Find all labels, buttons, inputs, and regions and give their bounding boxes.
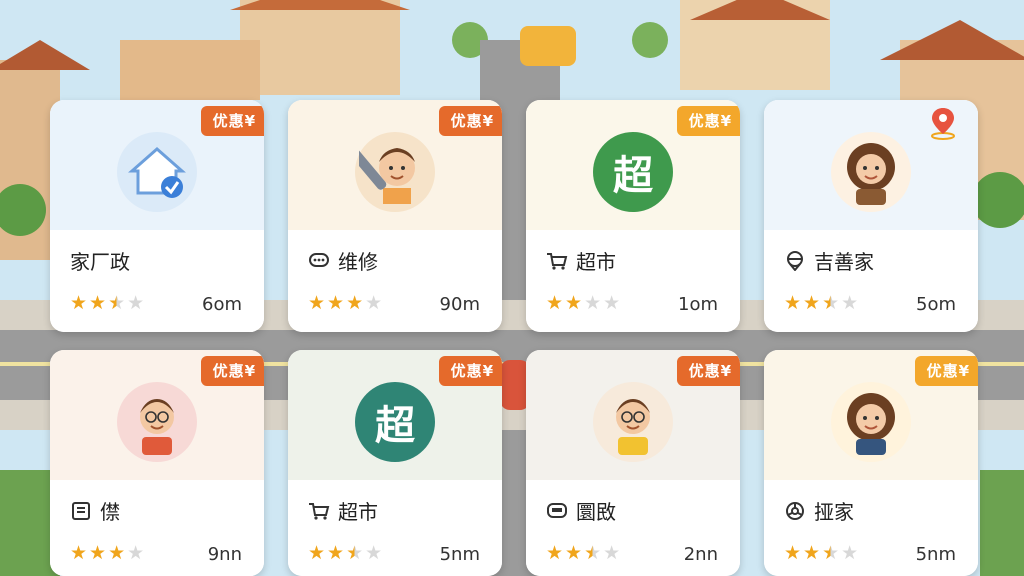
star-icon: ★ bbox=[327, 542, 345, 564]
rating-stars: ★ ★ ★ ★ bbox=[70, 544, 144, 563]
star-icon: ★ bbox=[803, 292, 821, 314]
service-card-8[interactable]: 优惠¥ 挜家 ★ ★ ★ ★ 5nm bbox=[764, 350, 978, 576]
wheel-icon bbox=[784, 500, 806, 522]
star-half-icon: ★ bbox=[584, 542, 602, 564]
rating-stars: ★ ★ ★ ★ bbox=[784, 544, 858, 563]
star-icon: ★ bbox=[546, 292, 564, 314]
star-icon: ★ bbox=[70, 292, 88, 314]
discount-badge: 优惠¥ bbox=[200, 356, 264, 386]
star-icon: ★ bbox=[546, 542, 564, 564]
service-card-5[interactable]: 优惠¥ 僸 ★ ★ ★ ★ 9nn bbox=[50, 350, 264, 576]
star-icon: ★ bbox=[784, 542, 802, 564]
star-empty-icon: ★ bbox=[603, 292, 621, 314]
woman-avatar bbox=[831, 132, 911, 212]
service-title: 僸 bbox=[100, 500, 120, 524]
repairman-avatar bbox=[355, 132, 435, 212]
service-card-housekeeping[interactable]: 优惠¥ 家厂政 ★ ★ ★ ★ 6om bbox=[50, 100, 264, 332]
star-half-icon: ★ bbox=[822, 542, 840, 564]
location-pin-icon bbox=[930, 106, 956, 144]
service-card-supermarket[interactable]: 优惠¥ 超 超市 ★ ★ ★ ★ 1om bbox=[526, 100, 740, 332]
rating-stars: ★ ★ ★ ★ bbox=[308, 544, 382, 563]
star-icon: ★ bbox=[89, 292, 107, 314]
service-card-supermarket-2[interactable]: 优惠¥ 超 超市 ★ ★ ★ ★ 5nm bbox=[288, 350, 502, 576]
discount-badge: 优惠¥ bbox=[676, 106, 740, 136]
star-empty-icon: ★ bbox=[841, 292, 859, 314]
service-title: 圜敃 bbox=[576, 500, 616, 524]
star-empty-icon: ★ bbox=[584, 292, 602, 314]
service-card-7[interactable]: 优惠¥ 圜敃 ★ ★ ★ ★ 2nn bbox=[526, 350, 740, 576]
rating-stars: ★ ★ ★ ★ bbox=[546, 294, 620, 313]
menu-box-icon bbox=[70, 500, 92, 522]
distance-label: 5nm bbox=[915, 544, 956, 565]
discount-badge: 优惠¥ bbox=[438, 356, 502, 386]
star-icon: ★ bbox=[327, 292, 345, 314]
star-icon: ★ bbox=[565, 292, 583, 314]
discount-badge: 优惠¥ bbox=[438, 106, 502, 136]
star-empty-icon: ★ bbox=[365, 292, 383, 314]
rating-stars: ★ ★ ★ ★ bbox=[70, 294, 144, 313]
star-empty-icon: ★ bbox=[365, 542, 383, 564]
star-icon: ★ bbox=[803, 542, 821, 564]
man-avatar bbox=[593, 382, 673, 462]
service-title: 超市 bbox=[338, 500, 378, 524]
distance-label: 2nn bbox=[683, 544, 718, 565]
bus-icon bbox=[546, 500, 568, 522]
cart-icon bbox=[308, 500, 330, 522]
star-half-icon: ★ bbox=[822, 292, 840, 314]
star-icon: ★ bbox=[346, 292, 364, 314]
woman-avatar bbox=[831, 382, 911, 462]
star-icon: ★ bbox=[89, 542, 107, 564]
rating-stars: ★ ★ ★ ★ bbox=[784, 294, 858, 313]
service-title: 吉善家 bbox=[814, 250, 874, 274]
star-empty-icon: ★ bbox=[127, 292, 145, 314]
distance-label: 1om bbox=[678, 294, 718, 315]
cart-icon bbox=[546, 250, 568, 272]
distance-label: 9nn bbox=[207, 544, 242, 565]
service-title: 超市 bbox=[576, 250, 616, 274]
star-icon: ★ bbox=[70, 542, 88, 564]
star-empty-icon: ★ bbox=[127, 542, 145, 564]
chat-bubble-icon bbox=[308, 250, 330, 272]
star-icon: ★ bbox=[308, 542, 326, 564]
star-icon: ★ bbox=[565, 542, 583, 564]
distance-label: 5om bbox=[916, 294, 956, 315]
star-half-icon: ★ bbox=[346, 542, 364, 564]
supermarket-badge: 超 bbox=[355, 382, 435, 462]
location-pin-icon bbox=[784, 250, 806, 272]
star-icon: ★ bbox=[784, 292, 802, 314]
service-card-home[interactable]: 吉善家 ★ ★ ★ ★ 5om bbox=[764, 100, 978, 332]
distance-label: 90m bbox=[439, 294, 480, 315]
rating-stars: ★ ★ ★ ★ bbox=[546, 544, 620, 563]
discount-badge: 优惠¥ bbox=[200, 106, 264, 136]
supermarket-char: 超 bbox=[613, 153, 653, 199]
man-avatar bbox=[117, 382, 197, 462]
star-icon: ★ bbox=[108, 542, 126, 564]
star-half-icon: ★ bbox=[108, 292, 126, 314]
service-title: 维修 bbox=[338, 250, 378, 274]
house-check-icon bbox=[117, 132, 197, 212]
distance-label: 5nm bbox=[439, 544, 480, 565]
service-card-repair[interactable]: 优惠¥ 维修 ★ ★ ★ ★ 90m bbox=[288, 100, 502, 332]
star-icon: ★ bbox=[308, 292, 326, 314]
star-empty-icon: ★ bbox=[841, 542, 859, 564]
rating-stars: ★ ★ ★ ★ bbox=[308, 294, 382, 313]
discount-badge: 优惠¥ bbox=[676, 356, 740, 386]
distance-label: 6om bbox=[202, 294, 242, 315]
service-title: 家厂政 bbox=[70, 250, 130, 274]
supermarket-badge: 超 bbox=[593, 132, 673, 212]
service-title: 挜家 bbox=[814, 500, 854, 524]
star-empty-icon: ★ bbox=[603, 542, 621, 564]
discount-badge: 优惠¥ bbox=[914, 356, 978, 386]
supermarket-char: 超 bbox=[375, 403, 415, 449]
service-grid: 优惠¥ 家厂政 ★ ★ ★ ★ 6om 优惠¥ 维修 ★ ★ ★ ★ 90m 优… bbox=[0, 0, 1024, 576]
